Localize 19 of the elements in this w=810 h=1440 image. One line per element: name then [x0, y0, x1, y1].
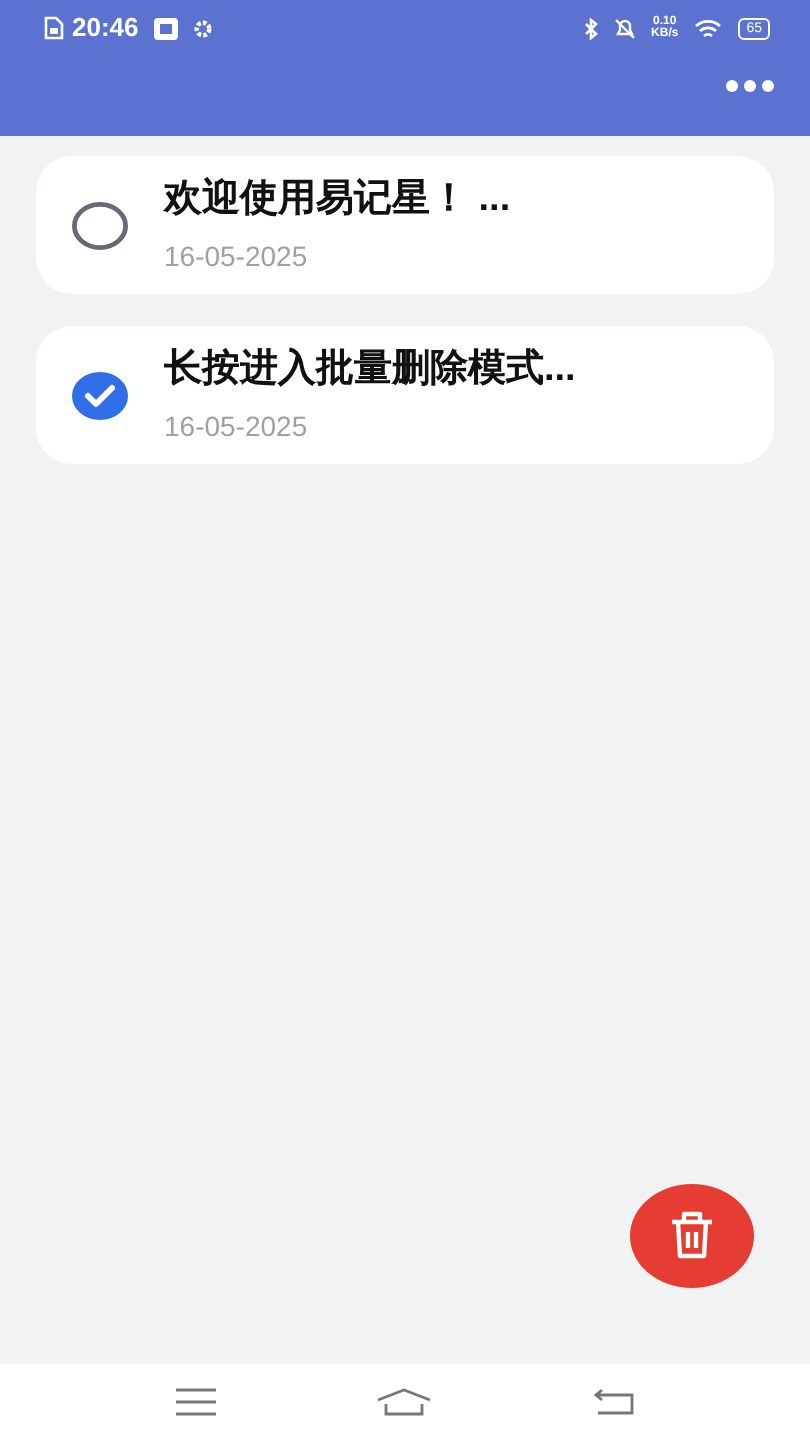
muted-bell-icon: [613, 17, 636, 39]
back-icon[interactable]: [593, 1388, 634, 1416]
select-checkbox[interactable]: [72, 201, 128, 249]
note-date: 16-05-2025: [164, 408, 310, 447]
sim-icon: [44, 16, 64, 40]
note-date: 16-05-2025: [164, 238, 310, 277]
select-checkbox[interactable]: [72, 371, 128, 419]
note-card[interactable]: 长按进入批量删除模式... 16-05-2025: [36, 326, 774, 464]
note-title: 长按进入批量删除模式...: [164, 345, 576, 394]
bluetooth-icon: [583, 17, 598, 39]
note-card[interactable]: 欢迎使用易记星！ ... 16-05-2025: [36, 156, 774, 294]
more-options-icon[interactable]: [726, 80, 774, 92]
wifi-icon: [694, 17, 723, 39]
trash-icon: [668, 1210, 716, 1262]
home-icon[interactable]: [376, 1388, 433, 1416]
clock: 20:46: [72, 10, 139, 47]
note-title: 欢迎使用易记星！ ...: [164, 175, 511, 224]
menu-icon[interactable]: [176, 1388, 217, 1416]
gear-icon: [194, 19, 213, 37]
